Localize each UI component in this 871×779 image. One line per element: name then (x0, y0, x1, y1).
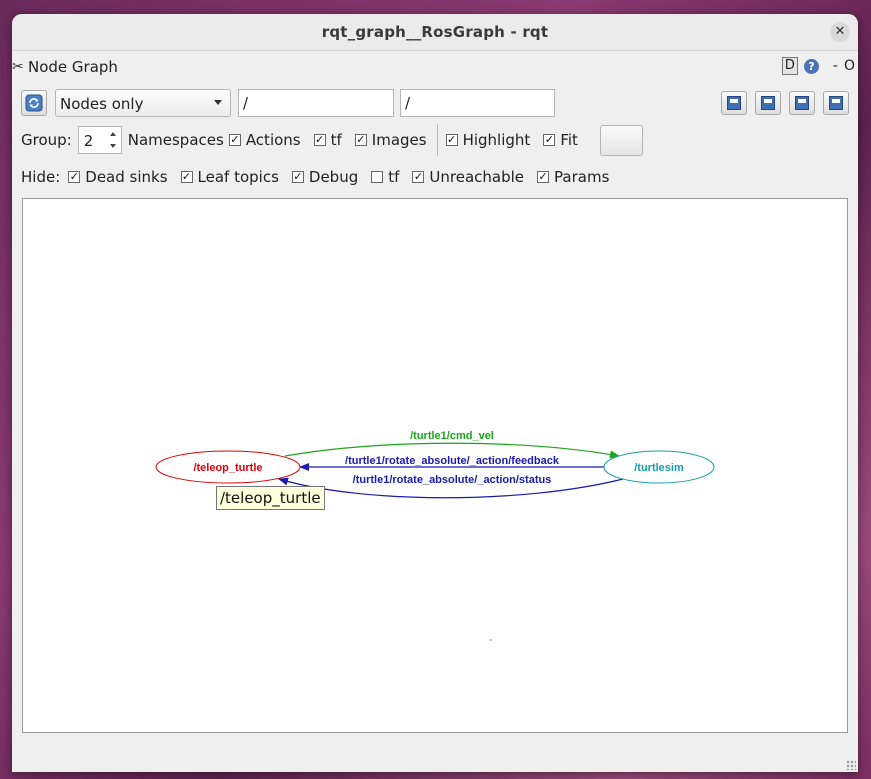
group-spinbox[interactable]: 2 (77, 126, 122, 154)
fit-label: Fit (560, 131, 578, 149)
namespaces-toggle[interactable]: Namespaces ✓ (128, 131, 241, 149)
node-teleop-turtle-label[interactable]: /teleop_turtle (193, 462, 262, 474)
separator (436, 124, 438, 156)
toolbar-row: Nodes only / / (21, 87, 849, 119)
close-button[interactable]: ✕ (830, 22, 850, 42)
fit-toggle[interactable]: ✓ Fit (543, 131, 578, 149)
params-label: Params (554, 168, 610, 186)
namespaces-checkbox[interactable]: ✓ (228, 134, 241, 146)
fit-checkbox[interactable]: ✓ (543, 134, 556, 146)
help-button[interactable]: ? (803, 58, 819, 74)
resize-grip[interactable] (846, 760, 856, 770)
image-icon (829, 96, 843, 110)
refresh-icon (25, 94, 43, 112)
leaf-topics-toggle[interactable]: ✓ Leaf topics (180, 168, 279, 186)
group-value: 2 (83, 132, 94, 150)
unreachable-label: Unreachable (429, 168, 525, 186)
save-dot-button[interactable] (755, 91, 781, 115)
node-filter-input[interactable]: / (238, 89, 394, 117)
dock-button[interactable]: D (781, 57, 798, 75)
rqt-window: rqt_graph__RosGraph - rqt ✕ ✂ Node Graph… (12, 14, 858, 772)
topic-filter-input[interactable]: / (400, 89, 555, 117)
leaf-topics-label: Leaf topics (197, 168, 279, 186)
leaf-topics-checkbox[interactable]: ✓ (180, 171, 193, 183)
view-mode-value: Nodes only (60, 95, 144, 113)
params-toggle[interactable]: ✓ Params (537, 168, 609, 186)
options-row: Group: 2 Namespaces ✓ Actions ✓ tf ✓ Ima… (21, 124, 849, 156)
hide-row: Hide: ✓ Dead sinks ✓ Leaf topics ✓ Debug… (21, 164, 849, 190)
fit-in-view-button[interactable] (599, 124, 643, 156)
edge-status-label[interactable]: /turtle1/rotate_absolute/_action/status (353, 474, 552, 486)
namespaces-label: Namespaces (127, 131, 224, 149)
node-tooltip: /teleop_turtle (216, 486, 325, 510)
node-turtlesim-label[interactable]: /turtlesim (634, 462, 684, 474)
highlight-checkbox[interactable]: ✓ (445, 134, 458, 146)
highlight-label: Highlight (462, 131, 531, 149)
refresh-button[interactable] (21, 90, 47, 116)
dead-sinks-checkbox[interactable]: ✓ (68, 171, 81, 183)
debug-toggle[interactable]: ✓ Debug (291, 168, 359, 186)
window-title: rqt_graph__RosGraph - rqt (321, 23, 549, 41)
load-dot-button[interactable] (721, 91, 747, 115)
actions-label: Actions (245, 131, 301, 149)
title-bar[interactable]: rqt_graph__RosGraph - rqt ✕ (12, 14, 858, 51)
debug-checkbox[interactable]: ✓ (291, 171, 304, 183)
images-label: Images (371, 131, 427, 149)
plugin-title: Node Graph (28, 58, 118, 76)
spin-up-icon[interactable] (109, 132, 116, 136)
spin-down-icon[interactable] (109, 144, 116, 148)
tf-checkbox[interactable]: ✓ (313, 134, 326, 146)
save-dot-icon (761, 96, 775, 110)
unreachable-checkbox[interactable]: ✓ (412, 171, 425, 183)
stray-dot (490, 639, 492, 641)
view-mode-select[interactable]: Nodes only (55, 89, 231, 117)
save-svg-button[interactable] (789, 91, 815, 115)
images-toggle[interactable]: ✓ Images (354, 131, 427, 149)
params-checkbox[interactable]: ✓ (537, 171, 550, 183)
scissors-icon: ✂ (12, 59, 24, 75)
unreachable-toggle[interactable]: ✓ Unreachable (412, 168, 524, 186)
images-checkbox[interactable]: ✓ (354, 134, 367, 146)
hide-tf-checkbox[interactable] (371, 171, 384, 183)
dead-sinks-label: Dead sinks (85, 168, 168, 186)
plugin-controls: D ? - O (781, 57, 855, 75)
debug-label: Debug (308, 168, 359, 186)
hide-tf-toggle[interactable]: tf (371, 168, 399, 186)
hide-tf-label: tf (388, 168, 400, 186)
group-label: Group: (21, 131, 72, 149)
dead-sinks-toggle[interactable]: ✓ Dead sinks (68, 168, 168, 186)
options-button[interactable]: O (844, 58, 855, 74)
edge-feedback-label[interactable]: /turtle1/rotate_absolute/_action/feedbac… (345, 455, 560, 467)
open-file-icon (727, 96, 741, 110)
chevron-down-icon (214, 100, 222, 105)
minimize-button[interactable]: - (833, 58, 838, 74)
save-svg-icon (795, 96, 809, 110)
graph-svg: /turtle1/cmd_vel /turtle1/rotate_absolut… (155, 430, 715, 641)
plugin-header: ✂ Node Graph D ? - O (12, 54, 858, 80)
save-image-button[interactable] (823, 91, 849, 115)
tf-toggle[interactable]: ✓ tf (313, 131, 342, 149)
graph-canvas[interactable]: /turtle1/cmd_vel /turtle1/rotate_absolut… (22, 198, 848, 733)
actions-toggle[interactable]: Actions (246, 131, 301, 149)
edge-cmd-vel-label[interactable]: /turtle1/cmd_vel (410, 430, 494, 442)
highlight-toggle[interactable]: ✓ Highlight (445, 131, 531, 149)
tf-label: tf (330, 131, 342, 149)
hide-label: Hide: (21, 168, 61, 186)
